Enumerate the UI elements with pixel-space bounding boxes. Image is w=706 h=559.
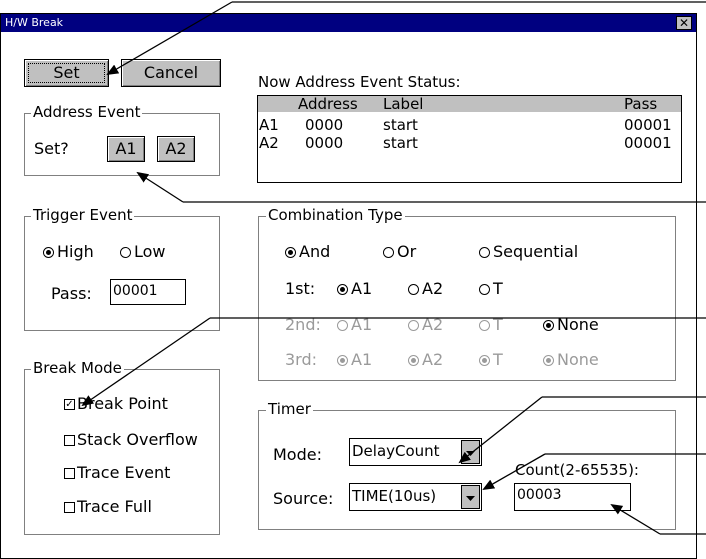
- callout-set-arrow: [106, 1, 233, 76]
- callout-mode-arrow: [458, 396, 543, 464]
- callout-break-arrow: [81, 317, 211, 407]
- callout-source-arrow: [482, 453, 546, 490]
- callout-lines: [81, 1, 706, 535]
- callout-address-arrow: [136, 171, 184, 203]
- callout-count-arrow: [610, 503, 661, 535]
